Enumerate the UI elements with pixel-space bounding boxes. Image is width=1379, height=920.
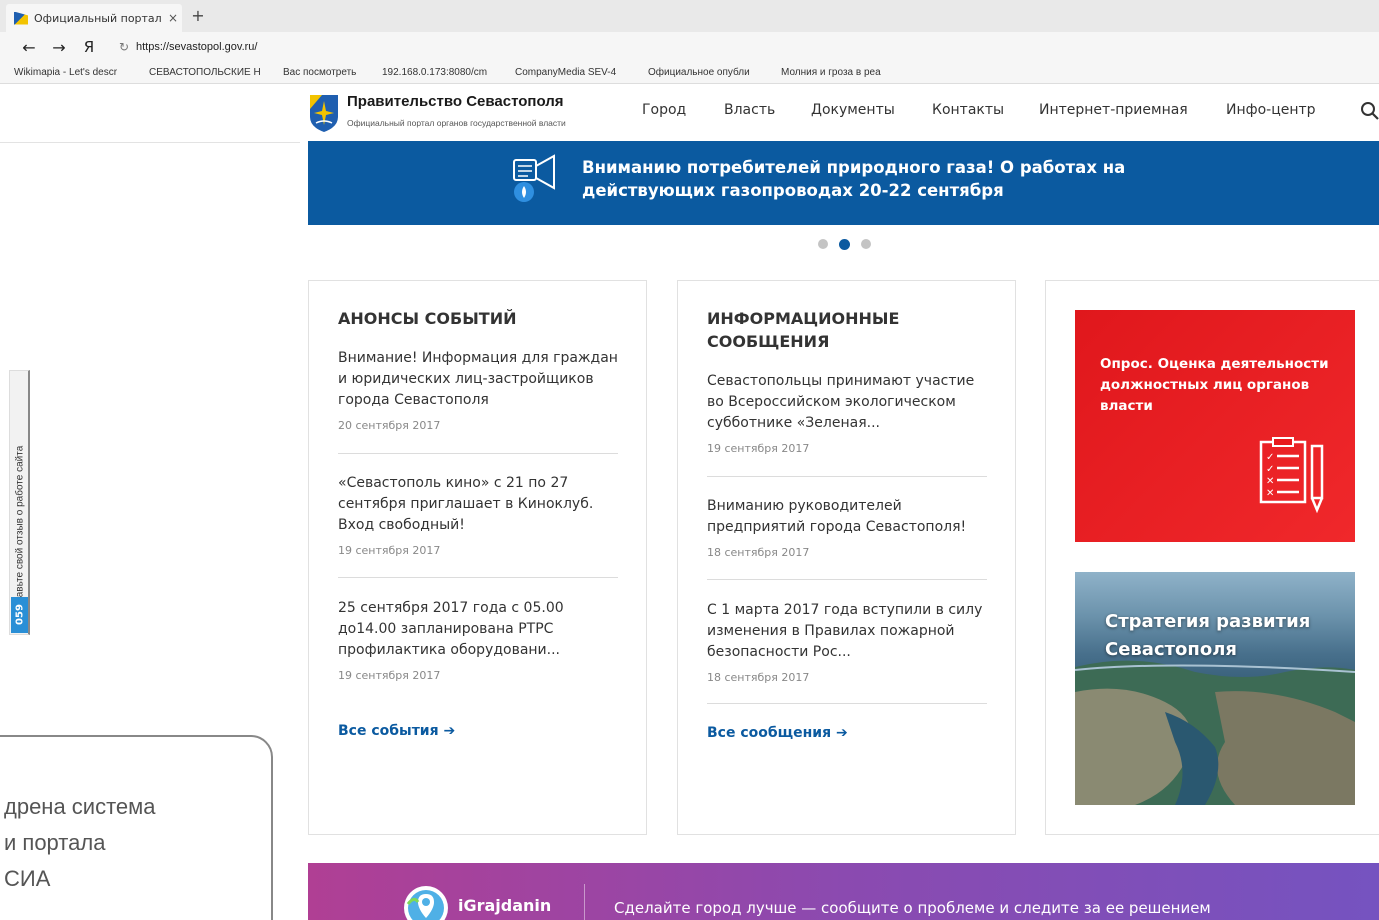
nav-item-kontakty[interactable]: Контакты (932, 102, 1004, 118)
bookmark-item[interactable]: Молния и гроза в реа (781, 67, 901, 78)
all-events-label: Все события (338, 723, 439, 739)
igrajdanin-divider (584, 884, 585, 920)
address-bar: ← → Я ↻ https://sevastopol.gov.ru/ (0, 32, 1379, 62)
aerial-city-image (1075, 660, 1355, 805)
bookmark-item[interactable]: СЕВАСТОПОЛЬСКИЕ Н (149, 67, 268, 78)
feedback-badge-count: 059 (14, 604, 26, 625)
svg-text:✕: ✕ (1266, 488, 1274, 499)
list-item[interactable]: С 1 марта 2017 года вступили в силу изме… (707, 600, 987, 704)
notification-line-2: и портала (4, 830, 106, 855)
browser-tab[interactable]: Официальный портал ор × (6, 4, 182, 32)
bookmark-item[interactable]: Официальное опубли (648, 67, 766, 78)
slider-dots (818, 238, 882, 250)
bookmark-item[interactable]: CompanyMedia SEV-4 (515, 67, 633, 78)
nav-item-vlast[interactable]: Власть (724, 102, 775, 118)
site-favicon-icon (14, 12, 28, 25)
event-title[interactable]: Внимание! Информация для граждан и юриди… (338, 348, 618, 411)
event-title[interactable]: «Севастополь кино» с 21 по 27 сентября п… (338, 473, 618, 536)
events-card: Анонсы событий Внимание! Информация для … (308, 280, 647, 835)
bookmark-item[interactable]: Вас посмотреть (283, 67, 367, 78)
notification-text: дрена система и портала СИА (4, 789, 156, 897)
feedback-badge: 059 (11, 597, 28, 633)
survey-form-icon: ✓ ✓ ✕ ✕ (1259, 437, 1324, 514)
slider-dot-3[interactable] (861, 239, 871, 249)
tab-title: Официальный портал ор (34, 11, 164, 25)
message-title[interactable]: Севастопольцы принимают участие во Всеро… (707, 371, 987, 434)
strategy-banner[interactable]: Стратегия развития Севастополя (1075, 572, 1355, 805)
nav-item-internet-priemnaya[interactable]: Интернет-приемная (1039, 102, 1188, 118)
bookmark-item[interactable]: Wikimapia - Let's descr (14, 67, 134, 78)
gas-meter-icon (513, 154, 555, 202)
message-date: 18 сентября 2017 (707, 671, 810, 684)
message-date: 18 сентября 2017 (707, 546, 810, 559)
notification-popup[interactable]: дрена система и портала СИА (0, 735, 273, 920)
event-title[interactable]: 25 сентября 2017 года с 05.00 до14.00 за… (338, 598, 618, 661)
url-field[interactable]: https://sevastopol.gov.ru/ (136, 41, 257, 53)
header-left-area (0, 85, 300, 143)
list-item[interactable]: Внимание! Информация для граждан и юриди… (338, 348, 618, 454)
new-tab-button[interactable]: + (190, 6, 206, 25)
messages-card-title: Информационные сообщения (707, 309, 900, 351)
list-item[interactable]: Севастопольцы принимают участие во Всеро… (707, 371, 987, 477)
event-date: 20 сентября 2017 (338, 419, 441, 432)
nav-item-gorod[interactable]: Город (642, 102, 686, 118)
notification-line-3: СИА (4, 866, 51, 891)
yandex-button[interactable]: Я (74, 38, 104, 56)
arrow-right-icon: ➔ (835, 725, 848, 741)
feedback-tab[interactable]: Оставьте свой отзыв о работе сайта 059 (9, 370, 30, 635)
svg-text:✕: ✕ (1266, 476, 1274, 487)
igrajdanin-logo-icon[interactable] (400, 882, 452, 920)
events-card-title: Анонсы событий (338, 309, 517, 328)
nav-item-info-centr[interactable]: Инфо-центр (1226, 102, 1316, 118)
all-messages-link[interactable]: Все сообщения ➔ (707, 725, 848, 741)
search-icon[interactable] (1360, 101, 1379, 121)
event-date: 19 сентября 2017 (338, 669, 441, 682)
list-item[interactable]: «Севастополь кино» с 21 по 27 сентября п… (338, 473, 618, 578)
banner-headline[interactable]: Вниманию потребителей природного газа! О… (582, 156, 1142, 202)
back-button[interactable]: ← (14, 38, 44, 57)
feedback-tab-label: Оставьте свой отзыв о работе сайта (14, 445, 26, 615)
list-item[interactable]: 25 сентября 2017 года с 05.00 до14.00 за… (338, 598, 618, 688)
message-title[interactable]: Вниманию руководителей предприятий город… (707, 496, 987, 538)
message-title[interactable]: С 1 марта 2017 года вступили в силу изме… (707, 600, 987, 663)
event-date: 19 сентября 2017 (338, 544, 441, 557)
forward-button[interactable]: → (44, 38, 74, 57)
list-item[interactable]: Вниманию руководителей предприятий город… (707, 496, 987, 580)
close-tab-icon[interactable]: × (164, 11, 182, 25)
igrajdanin-slogan[interactable]: Сделайте город лучше — сообщите о пробле… (614, 899, 1211, 917)
arrow-right-icon: ➔ (443, 723, 456, 739)
slider-dot-2-active[interactable] (839, 238, 850, 250)
nav-item-dokumenty[interactable]: Документы (811, 102, 895, 118)
bookmarks-bar: Wikimapia - Let's descr СЕВАСТОПОЛЬСКИЕ … (0, 62, 1379, 84)
browser-tab-bar: Официальный портал ор × + (0, 0, 1379, 32)
site-title[interactable]: Правительство Севастополя (347, 93, 564, 110)
igrajdanin-name[interactable]: iGrajdanin (458, 896, 551, 915)
message-date: 19 сентября 2017 (707, 442, 810, 455)
svg-text:✓: ✓ (1266, 452, 1274, 463)
survey-banner[interactable]: Опрос. Оценка деятельности должностных л… (1075, 310, 1355, 542)
notification-line-1: дрена система (4, 794, 156, 819)
slider-dot-1[interactable] (818, 239, 828, 249)
svg-text:✓: ✓ (1266, 464, 1274, 475)
all-messages-label: Все сообщения (707, 725, 832, 741)
messages-card: Информационные сообщения Севастопольцы п… (677, 280, 1016, 835)
coat-of-arms-logo-icon[interactable] (308, 93, 340, 133)
survey-banner-text[interactable]: Опрос. Оценка деятельности должностных л… (1100, 354, 1340, 417)
all-events-link[interactable]: Все события ➔ (338, 723, 455, 739)
site-subtitle: Официальный портал органов государственн… (347, 118, 566, 128)
bookmark-item[interactable]: 192.168.0.173:8080/cm (382, 67, 500, 78)
strategy-banner-text[interactable]: Стратегия развития Севастополя (1105, 608, 1345, 664)
reload-icon[interactable]: ↻ (112, 40, 136, 54)
